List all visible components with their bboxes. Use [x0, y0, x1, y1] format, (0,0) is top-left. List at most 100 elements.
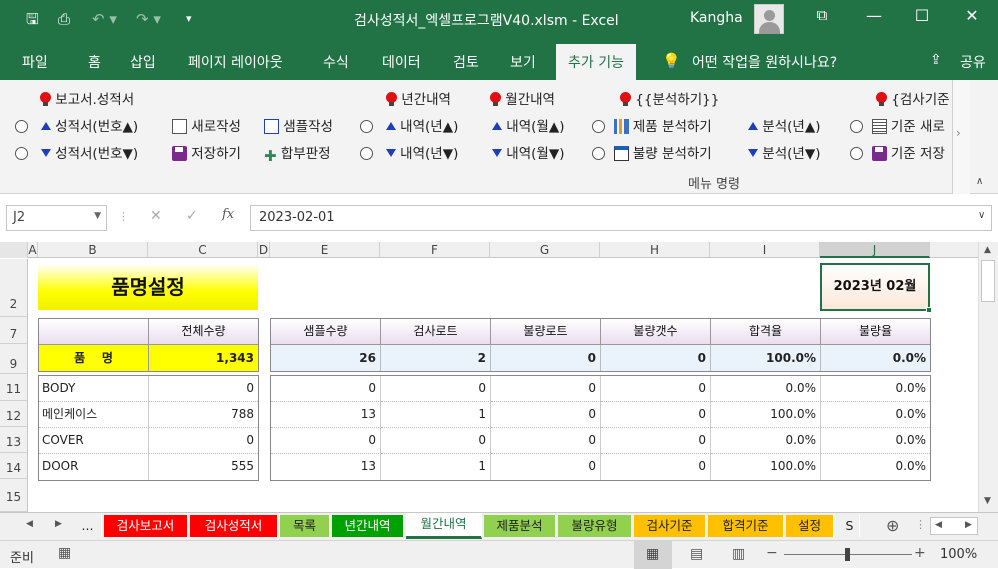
- user-name[interactable]: Kangha: [690, 10, 743, 26]
- item-lot[interactable]: 1: [381, 454, 491, 480]
- sheet-tab[interactable]: 불량유형: [558, 515, 632, 537]
- chevron-down-icon[interactable]: ▼: [94, 211, 101, 221]
- save-button[interactable]: 저장하기: [172, 142, 241, 162]
- item-lot[interactable]: 0: [381, 376, 491, 402]
- undo-icon[interactable]: ↶ ▾: [92, 8, 117, 30]
- item-pass-rate[interactable]: 0.0%: [711, 428, 821, 454]
- product-analysis-button[interactable]: 제품 분석하기: [592, 115, 712, 135]
- item-sample[interactable]: 13: [271, 402, 381, 428]
- report-down-button[interactable]: 성적서(번호▼): [15, 142, 138, 162]
- macro-record-icon[interactable]: ▦: [58, 545, 71, 561]
- item-fail-rate[interactable]: 0.0%: [821, 402, 930, 428]
- share-button[interactable]: 공유: [960, 52, 986, 72]
- item-name[interactable]: COVER: [39, 428, 149, 454]
- normal-view-button[interactable]: ▦: [634, 541, 672, 569]
- sheet-tab[interactable]: 설정: [786, 515, 834, 537]
- yearly-down-button[interactable]: 내역(년▼): [360, 142, 458, 162]
- item-name[interactable]: BODY: [39, 376, 149, 402]
- share-icon[interactable]: ⇪: [930, 52, 942, 68]
- column-header[interactable]: G: [490, 242, 600, 258]
- item-sample[interactable]: 13: [271, 454, 381, 480]
- standard-save-button[interactable]: 기준 저장: [850, 142, 945, 162]
- item-bad-count[interactable]: 0: [601, 402, 711, 428]
- item-sample[interactable]: 0: [271, 428, 381, 454]
- sheet-tab[interactable]: 검사성적서: [190, 515, 278, 537]
- drag-handle-icon[interactable]: ⋮: [118, 210, 129, 223]
- ribbon-display-icon[interactable]: ⧉: [808, 6, 836, 24]
- item-bad-count[interactable]: 0: [601, 428, 711, 454]
- item-fail-rate[interactable]: 0.0%: [821, 454, 930, 480]
- item-sample[interactable]: 0: [271, 376, 381, 402]
- sheet-tab[interactable]: 제품분석: [484, 515, 556, 537]
- sheet-tab-more[interactable]: ...: [74, 515, 102, 537]
- row-header[interactable]: 2: [0, 259, 28, 317]
- cancel-icon[interactable]: ✕: [150, 208, 162, 224]
- tab-review[interactable]: 검토: [453, 52, 479, 72]
- column-header[interactable]: C: [148, 242, 258, 258]
- monthly-up-button[interactable]: 내역(월▲): [492, 115, 564, 135]
- avatar[interactable]: [754, 4, 784, 34]
- item-lot[interactable]: 0: [381, 428, 491, 454]
- item-bad-lot[interactable]: 0: [491, 376, 601, 402]
- sheet-tab[interactable]: 검사기준: [634, 515, 706, 537]
- row-header[interactable]: 11: [0, 374, 28, 401]
- column-header[interactable]: F: [380, 242, 490, 258]
- scroll-down-icon[interactable]: ▼: [984, 496, 991, 506]
- expand-formula-icon[interactable]: ∨: [978, 210, 985, 221]
- radio-icon[interactable]: [360, 120, 373, 133]
- fill-handle[interactable]: [926, 307, 932, 313]
- page-break-icon[interactable]: ▥: [732, 546, 745, 562]
- date-cell[interactable]: 2023년 02월: [820, 263, 930, 311]
- tab-view[interactable]: 보기: [510, 52, 536, 72]
- column-header[interactable]: E: [270, 242, 380, 258]
- scroll-right-icon[interactable]: ▶: [55, 519, 62, 529]
- tab-data[interactable]: 데이터: [382, 52, 421, 72]
- tab-file[interactable]: 파일: [22, 52, 48, 72]
- sheet-tab[interactable]: S: [840, 515, 860, 537]
- item-fail-rate[interactable]: 0.0%: [821, 428, 930, 454]
- radio-icon[interactable]: [360, 147, 373, 160]
- item-name[interactable]: 메인케이스: [39, 402, 149, 428]
- column-header[interactable]: I: [710, 242, 820, 258]
- scroll-right-icon[interactable]: ▶: [965, 520, 972, 530]
- enter-icon[interactable]: ✓: [186, 208, 198, 224]
- horizontal-scrollbar[interactable]: ◀ ▶: [930, 517, 978, 535]
- tab-formulas[interactable]: 수식: [323, 52, 349, 72]
- item-bad-count[interactable]: 0: [601, 454, 711, 480]
- radio-icon[interactable]: [850, 147, 863, 160]
- zoom-out-icon[interactable]: −: [766, 545, 778, 561]
- column-header[interactable]: A: [28, 242, 38, 258]
- print-preview-icon[interactable]: ⎙: [58, 8, 70, 30]
- function-icon[interactable]: fx: [222, 207, 234, 222]
- scroll-left-icon[interactable]: ◀: [26, 519, 33, 529]
- item-name[interactable]: DOOR: [39, 454, 149, 480]
- zoom-in-icon[interactable]: +: [914, 545, 926, 561]
- redo-icon[interactable]: ↷ ▾: [136, 8, 161, 30]
- radio-icon[interactable]: [592, 147, 605, 160]
- scroll-left-icon[interactable]: ◀: [935, 520, 942, 530]
- collapse-ribbon-icon[interactable]: ∧: [976, 176, 983, 187]
- item-bad-count[interactable]: 0: [601, 376, 711, 402]
- column-header[interactable]: D: [258, 242, 270, 258]
- radio-icon[interactable]: [592, 120, 605, 133]
- add-sheet-icon[interactable]: ⊕: [886, 516, 899, 535]
- item-lot[interactable]: 1: [381, 402, 491, 428]
- item-bad-lot[interactable]: 0: [491, 402, 601, 428]
- radio-icon[interactable]: [850, 120, 863, 133]
- tab-insert[interactable]: 삽입: [130, 52, 156, 72]
- pass-judge-button[interactable]: ✚ 합부판정: [264, 142, 331, 165]
- item-bad-lot[interactable]: 0: [491, 454, 601, 480]
- ribbon-scroll[interactable]: [952, 80, 970, 194]
- customize-quick-access-icon[interactable]: ▾: [186, 8, 192, 30]
- radio-icon[interactable]: [15, 120, 28, 133]
- formula-input[interactable]: 2023-02-01: [250, 205, 992, 231]
- zoom-level[interactable]: 100%: [940, 547, 977, 562]
- monthly-down-button[interactable]: 내역(월▼): [492, 142, 564, 162]
- row-header[interactable]: 7: [0, 317, 28, 344]
- select-all-corner[interactable]: [0, 242, 28, 258]
- item-bad-lot[interactable]: 0: [491, 428, 601, 454]
- standard-new-button[interactable]: 기준 새로: [850, 115, 945, 135]
- row-header[interactable]: 14: [0, 453, 28, 479]
- sheet-tab[interactable]: 검사보고서: [104, 515, 188, 537]
- analysis-down-button[interactable]: 분석(년▼): [748, 142, 820, 162]
